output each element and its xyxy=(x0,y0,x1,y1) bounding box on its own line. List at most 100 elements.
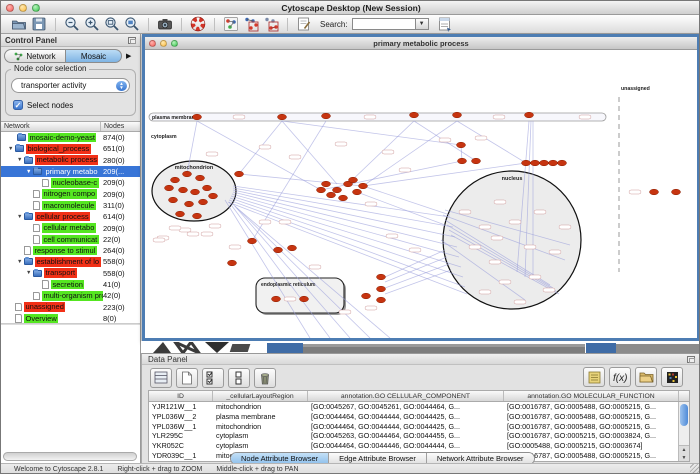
network-node[interactable] xyxy=(169,197,178,203)
network-node[interactable] xyxy=(410,112,419,118)
zoom-selected-icon[interactable] xyxy=(122,16,142,33)
snapshot-icon[interactable] xyxy=(155,16,175,33)
tree-item-nitrogen-compo[interactable]: nitrogen compo209(0) xyxy=(1,188,140,199)
network-node[interactable] xyxy=(179,187,188,193)
network-edge[interactable] xyxy=(282,121,337,184)
tree-item-establishment-of-lo[interactable]: ▼establishment of lo558(0) xyxy=(1,256,140,267)
expand-triangle-icon[interactable]: ▼ xyxy=(17,157,24,163)
float-panel-icon[interactable] xyxy=(128,37,136,44)
network-node[interactable] xyxy=(193,114,202,120)
network-node[interactable] xyxy=(558,160,567,166)
network-node[interactable] xyxy=(525,112,534,118)
network-node[interactable] xyxy=(377,286,386,292)
attribute-browser-icon[interactable] xyxy=(435,16,455,33)
table-row-YLR295C[interactable]: YLR295Ccytoplasm[GO:0045263, GO:0044464,… xyxy=(149,431,689,441)
network-node[interactable] xyxy=(650,189,659,195)
network-node[interactable] xyxy=(272,296,281,302)
tree-item-primary-metabo[interactable]: ▼primary metabo209(... xyxy=(1,166,140,177)
network-edge[interactable] xyxy=(385,270,451,294)
tree-item-response-to-stimul[interactable]: response to stimul264(0) xyxy=(1,245,140,256)
control-panel-hscrollbar[interactable] xyxy=(3,452,137,461)
network-node[interactable] xyxy=(377,297,386,303)
network-node[interactable] xyxy=(278,114,287,120)
network-node[interactable] xyxy=(339,195,348,201)
network-edge[interactable] xyxy=(385,250,445,277)
network-edge[interactable] xyxy=(235,206,370,338)
network-node[interactable] xyxy=(322,181,331,187)
network-edge[interactable] xyxy=(385,264,449,288)
open-session-icon[interactable] xyxy=(9,16,29,33)
network-node[interactable] xyxy=(472,158,481,164)
table-mode-icon[interactable] xyxy=(150,368,172,388)
data-panel-float-icon[interactable] xyxy=(687,356,695,363)
network-node[interactable] xyxy=(353,189,362,195)
search-input[interactable] xyxy=(352,18,416,30)
tab-overflow-arrow[interactable]: ▶ xyxy=(126,52,131,60)
function-builder-icon[interactable]: f(x) xyxy=(609,367,631,387)
attribute-panel-icon[interactable] xyxy=(583,367,605,387)
network-edge[interactable] xyxy=(233,204,350,338)
expand-triangle-icon[interactable]: ▼ xyxy=(8,146,15,152)
tree-item-macromolecule[interactable]: macromolecule311(0) xyxy=(1,200,140,211)
column-header-annotation-go-cellular-component[interactable]: annotation.GO CELLULAR_COMPONENT xyxy=(308,391,504,401)
network-node[interactable] xyxy=(349,177,358,183)
table-scroll-thumb[interactable] xyxy=(680,404,688,426)
table-row-YJR121W__1[interactable]: YJR121W__1mitochondrion[GO:0045267, GO:0… xyxy=(149,402,689,412)
import-attributes-icon[interactable] xyxy=(635,367,657,387)
help-icon[interactable] xyxy=(188,16,208,33)
annotation-icon[interactable] xyxy=(294,16,314,33)
network-node[interactable] xyxy=(300,296,309,302)
new-attribute-icon[interactable] xyxy=(176,368,198,388)
network-node[interactable] xyxy=(288,245,297,251)
modify-edges-icon[interactable] xyxy=(261,16,281,33)
network-node[interactable] xyxy=(359,183,368,189)
tab-network[interactable]: Network xyxy=(4,49,66,63)
network-node[interactable] xyxy=(333,187,342,193)
network-node[interactable] xyxy=(176,211,185,217)
network-node[interactable] xyxy=(165,185,174,191)
network-edge[interactable] xyxy=(457,121,526,163)
expand-triangle-icon[interactable]: ▼ xyxy=(17,214,24,220)
search-dropdown-arrow[interactable]: ▼ xyxy=(416,18,429,30)
node-color-dropdown[interactable]: transporter activity ▲▼ xyxy=(11,78,130,93)
network-window-titlebar[interactable]: primary metabolic process xyxy=(145,37,697,50)
network-edge[interactable] xyxy=(282,121,461,145)
table-scroll-arrows[interactable]: ▲▼ xyxy=(679,445,689,461)
tab-mosaic[interactable]: Mosaic xyxy=(66,49,122,63)
tree-item-transport[interactable]: ▼transport558(0) xyxy=(1,268,140,279)
expand-triangle-icon[interactable]: ▼ xyxy=(17,259,24,265)
network-node[interactable] xyxy=(457,142,466,148)
network-node[interactable] xyxy=(199,199,208,205)
network-node[interactable] xyxy=(549,160,558,166)
network-node[interactable] xyxy=(203,185,212,191)
network-node[interactable] xyxy=(185,201,194,207)
network-node[interactable] xyxy=(531,160,540,166)
tree-item-metabolic-process[interactable]: ▼metabolic process280(0) xyxy=(1,155,140,166)
resize-grip-icon[interactable] xyxy=(690,464,700,474)
column-header-annotation-go-molecular-function[interactable]: annotation.GO MOLECULAR_FUNCTION xyxy=(504,391,679,401)
select-attributes-icon[interactable] xyxy=(202,368,224,388)
network-edge[interactable] xyxy=(348,121,414,184)
network-node[interactable] xyxy=(171,177,180,183)
network-node[interactable] xyxy=(209,193,218,199)
network-node[interactable] xyxy=(362,293,371,299)
expand-triangle-icon[interactable]: ▼ xyxy=(26,169,33,175)
column-header-id[interactable]: ID xyxy=(149,391,213,401)
network-node[interactable] xyxy=(274,247,283,253)
tree-item-secretion[interactable]: secretion41(0) xyxy=(1,279,140,290)
network-node[interactable] xyxy=(453,112,462,118)
select-nodes-checkbox[interactable]: ✓ xyxy=(13,100,23,110)
network-node[interactable] xyxy=(248,238,257,244)
tree-item-cell-communicat[interactable]: cell communicat22(0) xyxy=(1,234,140,245)
tree-item-nucleobase-c[interactable]: nucleobase-c209(0) xyxy=(1,177,140,188)
network-node[interactable] xyxy=(235,171,244,177)
network-node[interactable] xyxy=(322,113,331,119)
network-edge[interactable] xyxy=(231,196,461,267)
tree-item-overview[interactable]: Overview8(0) xyxy=(1,313,140,324)
network-node[interactable] xyxy=(327,192,336,198)
tree-item-cellular-process[interactable]: ▼cellular process614(0) xyxy=(1,211,140,222)
network-node[interactable] xyxy=(183,171,192,177)
network-edge[interactable] xyxy=(357,192,445,225)
network-node[interactable] xyxy=(522,160,531,166)
network-node[interactable] xyxy=(196,175,205,181)
